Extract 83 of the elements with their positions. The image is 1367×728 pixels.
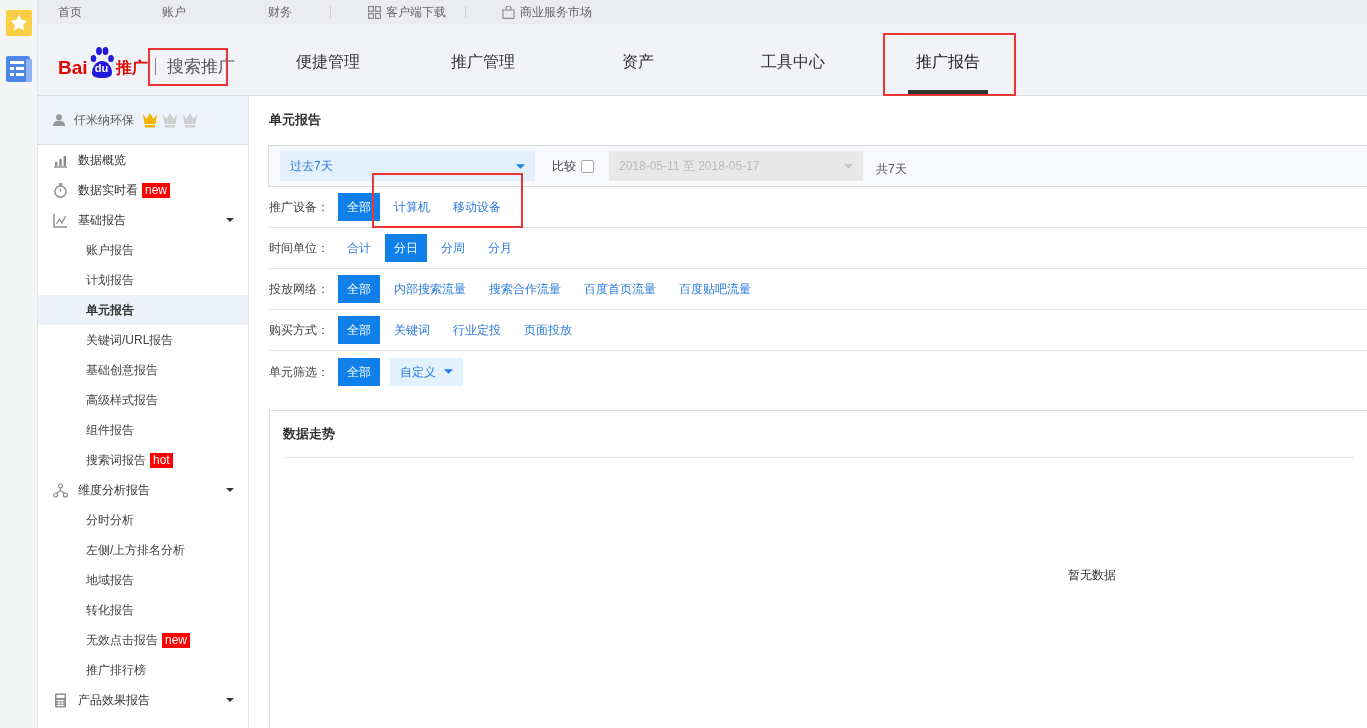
caret-icon [444, 369, 453, 374]
calculator-icon [53, 692, 68, 708]
filter-option[interactable]: 百度贴吧流量 [670, 275, 760, 303]
line-chart-icon [53, 212, 68, 228]
filter-option[interactable]: 分周 [432, 234, 474, 262]
compare-label: 比较 [552, 158, 576, 175]
top-link[interactable]: 财务 [268, 3, 292, 21]
user-name: 仟米纳环保 [74, 112, 134, 129]
sidebar-item[interactable]: 产品效果报告 [38, 685, 248, 715]
menu-tag: hot [150, 452, 173, 468]
compare-checkbox[interactable] [581, 159, 594, 173]
sidebar-subitem[interactable]: 单元报告 [38, 295, 248, 325]
bag-icon [502, 5, 515, 19]
crown-icon [182, 112, 198, 128]
top-link[interactable]: 商业服务市场 [502, 3, 592, 21]
day-count: 共7天 [876, 160, 907, 178]
sidebar-item[interactable]: 基础报告 [38, 205, 248, 235]
paw-logo: du [87, 45, 116, 78]
filter-option[interactable]: 内部搜索流量 [385, 275, 475, 303]
crown-icon [162, 112, 178, 128]
sidebar-subitem[interactable]: 账户报告 [38, 235, 248, 265]
nav-tab[interactable]: 便捷管理 [250, 24, 405, 95]
filter-label: 投放网络： [268, 281, 330, 298]
crown-icon [142, 112, 158, 128]
person-icon [53, 114, 65, 126]
sidebar-item[interactable]: 数据实时看 new [38, 175, 248, 205]
sidebar-item[interactable]: 数据概览 [38, 145, 248, 175]
nav-tab[interactable]: 工具中心 [715, 24, 870, 95]
filter-option[interactable]: 合计 [338, 234, 380, 262]
sidebar-item[interactable]: 维度分析报告 [38, 475, 248, 505]
filter-option[interactable]: 移动设备 [444, 193, 510, 221]
nav-tab[interactable]: 资产 [560, 24, 715, 95]
menu-tag: new [142, 182, 170, 198]
top-link[interactable]: 账户 [162, 3, 268, 21]
caret-icon [226, 218, 234, 222]
sidebar-subitem[interactable]: 计划报告 [38, 265, 248, 295]
page-title: 单元报告 [268, 111, 322, 129]
sidebar-subitem[interactable]: 高级样式报告 [38, 385, 248, 415]
grid-icon [368, 5, 381, 19]
filter-label: 时间单位： [268, 240, 330, 257]
period-dropdown[interactable]: 过去7天 [280, 151, 535, 181]
stopwatch-icon [53, 182, 68, 198]
filter-label: 单元筛选： [268, 363, 330, 381]
nodes-icon [53, 482, 68, 498]
nav-tab[interactable]: 推广报告 [870, 24, 1025, 95]
filter-option[interactable]: 搜索合作流量 [480, 275, 570, 303]
filter-option[interactable]: 行业定投 [444, 316, 510, 344]
caret-icon [516, 163, 525, 169]
filter-option[interactable]: 百度首页流量 [575, 275, 665, 303]
sidebar-subitem[interactable]: 地域报告 [38, 565, 248, 595]
top-link[interactable]: 客户端下载 [368, 3, 446, 21]
logo-text: Bai [58, 57, 88, 78]
sidebar-subitem[interactable]: 分时分析 [38, 505, 248, 535]
layout-icon[interactable] [5, 56, 32, 82]
filter-label: 推广设备： [268, 199, 330, 216]
logo-text: 推广 [115, 57, 148, 78]
filter-label: 购买方式： [268, 322, 330, 339]
caret-icon [226, 698, 234, 702]
filter-option[interactable]: 全部 [338, 357, 380, 386]
empty-message: 暂无数据 [1068, 568, 1116, 582]
sidebar-subitem[interactable]: 组件报告 [38, 415, 248, 445]
top-link[interactable]: 首页 [58, 3, 162, 21]
menu-tag: new [162, 632, 190, 648]
filter-option[interactable]: 分月 [479, 234, 521, 262]
sidebar-subitem[interactable]: 基础创意报告 [38, 355, 248, 385]
filter-option[interactable]: 全部 [338, 275, 380, 303]
caret-icon [226, 488, 234, 492]
filter-option[interactable]: 全部 [338, 316, 380, 344]
filter-option[interactable]: 全部 [338, 193, 380, 221]
sidebar-subitem[interactable]: 无效点击报告 new [38, 625, 248, 655]
sidebar-subitem[interactable]: 左侧/上方排名分析 [38, 535, 248, 565]
sidebar-subitem[interactable]: 搜索词报告 hot [38, 445, 248, 475]
custom-dropdown[interactable]: 自定义 [390, 357, 463, 386]
filter-option[interactable]: 计算机 [385, 193, 439, 221]
nav-tab[interactable]: 推广管理 [405, 24, 560, 95]
panel-title: 数据走势 [283, 425, 335, 444]
filter-option[interactable]: 关键词 [385, 316, 439, 344]
filter-option[interactable]: 分日 [385, 234, 427, 262]
caret-icon [844, 163, 853, 169]
sidebar-subitem[interactable]: 关键词/URL报告 [38, 325, 248, 355]
filter-option[interactable]: 页面投放 [515, 316, 581, 344]
sidebar-subitem[interactable]: 推广排行榜 [38, 655, 248, 685]
sidebar-subitem[interactable]: 转化报告 [38, 595, 248, 625]
